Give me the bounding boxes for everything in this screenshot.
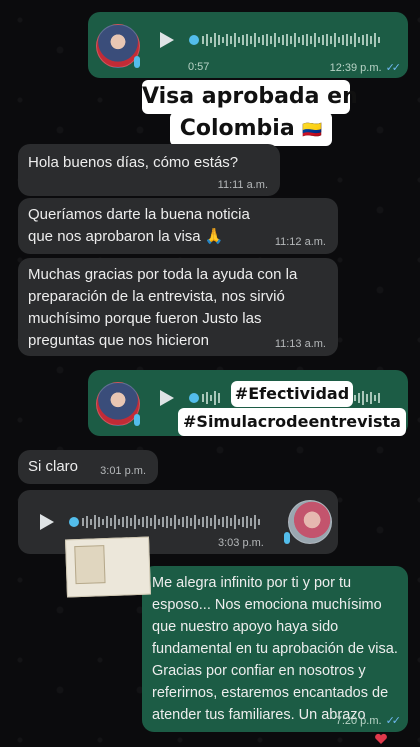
mic-icon — [134, 414, 140, 426]
message-text: Hola buenos días, cómo estás? — [28, 154, 239, 171]
message-text: Queríamos darte la buena noticia que nos… — [28, 206, 250, 245]
hashtag-text: #Simulacrodeentrevista — [183, 412, 401, 431]
hashtag-text: #Efectividad — [234, 384, 350, 403]
message-text: Si claro — [28, 458, 79, 475]
passport-sticker — [65, 536, 151, 598]
play-icon[interactable] — [40, 514, 54, 530]
hashtag-simulacro: #Simulacrodeentrevista — [178, 408, 406, 436]
message-time: 3:03 p.m. — [218, 537, 264, 549]
incoming-message[interactable]: Hola buenos días, cómo estás? 11:11 a.m. — [18, 144, 280, 196]
outgoing-message[interactable]: Me alegra infinito por ti y por tu espos… — [142, 566, 408, 732]
mic-icon — [134, 56, 140, 68]
read-ticks-icon: ✓✓ — [385, 62, 402, 74]
headline-text-1: Visa aprobada en — [142, 84, 358, 109]
sender-avatar — [288, 500, 332, 544]
play-icon[interactable] — [160, 32, 174, 48]
waveform — [69, 515, 260, 529]
message-time: 11:11 a.m. — [217, 179, 268, 191]
message-time: 12:39 p.m. ✓✓ — [329, 61, 402, 74]
message-time: 11:12 a.m. — [274, 236, 326, 248]
play-icon[interactable] — [160, 390, 174, 406]
message-time: 11:13 a.m. — [274, 338, 326, 350]
heart-reaction-icon[interactable] — [374, 733, 388, 745]
message-text: Me alegra infinito por ti y por tu espos… — [152, 575, 398, 723]
mic-icon — [284, 532, 290, 544]
incoming-message[interactable]: Si claro 3:01 p.m. — [18, 450, 158, 484]
headline-text-2: Colombia — [179, 116, 295, 141]
message-time: 3:01 p.m. — [100, 465, 146, 477]
time-label: 12:39 p.m. — [329, 62, 382, 74]
voice-message-outgoing[interactable]: 0:57 12:39 p.m. ✓✓ — [88, 12, 408, 78]
incoming-message[interactable]: Muchas gracias por toda la ayuda con la … — [18, 258, 338, 356]
time-label: 7:20 p.m. — [335, 715, 382, 727]
read-ticks-icon: ✓✓ — [385, 715, 402, 727]
incoming-message[interactable]: Queríamos darte la buena noticia que nos… — [18, 198, 338, 254]
message-time: 7:20 p.m. ✓✓ — [335, 714, 402, 727]
voice-duration: 0:57 — [188, 61, 210, 73]
headline-line-1: Visa aprobada en — [142, 80, 358, 114]
waveform — [189, 33, 380, 47]
hashtag-efectividad: #Efectividad — [231, 381, 353, 407]
headline-line-2: Colombia 🇨🇴 — [170, 112, 332, 146]
passport-photo — [74, 545, 106, 585]
colombia-flag-icon: 🇨🇴 — [302, 120, 323, 139]
